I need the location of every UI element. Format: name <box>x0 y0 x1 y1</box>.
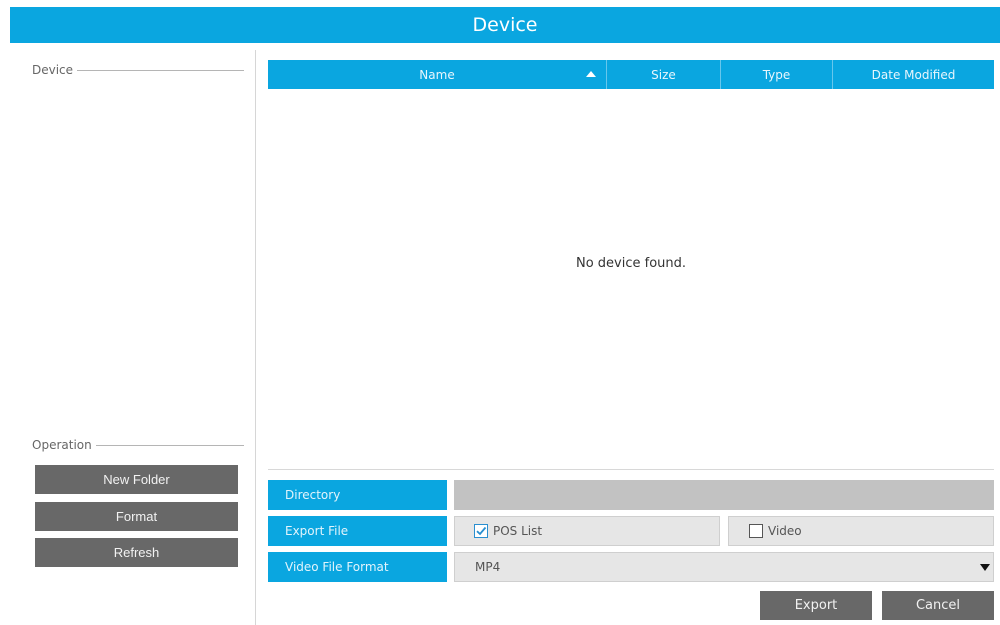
column-header-name[interactable]: Name <box>268 60 607 89</box>
column-header-type[interactable]: Type <box>721 60 833 89</box>
device-legend-label: Device <box>32 63 74 77</box>
device-legend: Device <box>32 63 244 77</box>
column-size-label: Size <box>651 67 676 82</box>
column-date-label: Date Modified <box>871 67 956 82</box>
column-name-label: Name <box>419 67 455 82</box>
refresh-button[interactable]: Refresh <box>35 538 238 567</box>
directory-field[interactable] <box>454 480 994 510</box>
export-button[interactable]: Export <box>760 591 872 620</box>
device-legend-divider <box>77 69 244 71</box>
video-label: Video <box>768 524 802 538</box>
operation-legend-label: Operation <box>32 438 92 452</box>
checkbox-unchecked-icon[interactable] <box>749 524 763 538</box>
video-option[interactable]: Video <box>728 516 994 546</box>
column-header-date-modified[interactable]: Date Modified <box>833 60 994 89</box>
checkbox-checked-icon[interactable] <box>474 524 488 538</box>
dropdown-arrow-icon <box>980 564 990 571</box>
operation-legend-divider <box>95 444 244 446</box>
new-folder-button[interactable]: New Folder <box>35 465 238 494</box>
window-title: Device <box>10 7 1000 43</box>
table-bottom-divider <box>268 469 994 470</box>
format-button[interactable]: Format <box>35 502 238 531</box>
left-panel: Device Operation New Folder Format Refre… <box>0 50 256 625</box>
column-type-label: Type <box>762 67 791 82</box>
operation-legend: Operation <box>32 438 244 452</box>
empty-table-message: No device found. <box>575 256 687 271</box>
video-file-format-label: Video File Format <box>268 552 447 582</box>
video-file-format-value: MP4 <box>475 560 501 574</box>
video-file-format-select[interactable]: MP4 <box>454 552 994 582</box>
pos-list-label: POS List <box>493 524 543 538</box>
column-header-size[interactable]: Size <box>607 60 721 89</box>
file-table-header: Name Size Type Date Modified <box>268 60 994 89</box>
sort-ascending-icon <box>586 71 596 77</box>
directory-label: Directory <box>268 480 447 510</box>
cancel-button[interactable]: Cancel <box>882 591 994 620</box>
pos-list-option[interactable]: POS List <box>454 516 720 546</box>
export-file-label: Export File <box>268 516 447 546</box>
